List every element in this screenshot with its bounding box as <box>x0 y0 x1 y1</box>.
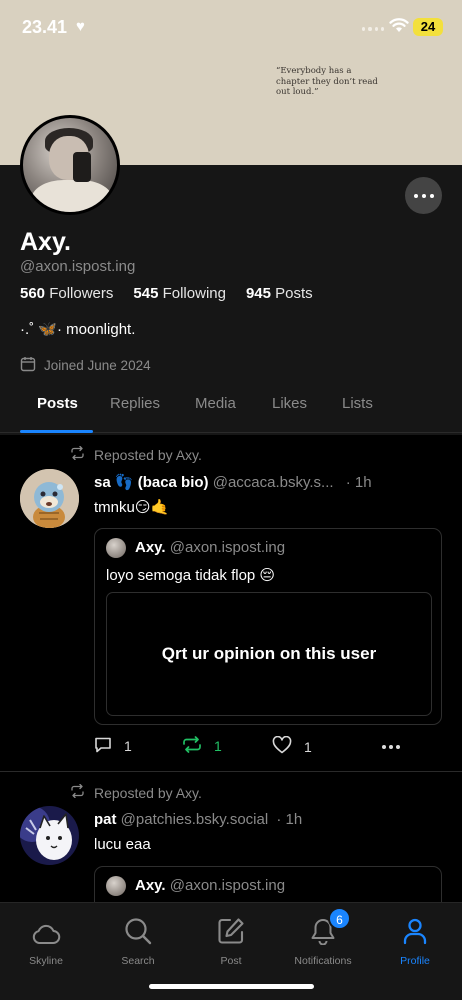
author-handle[interactable]: @patchies.bsky.social <box>121 811 269 828</box>
followers-count: 560 <box>20 285 46 302</box>
repost-icon <box>70 783 85 801</box>
joined-date: Joined June 2024 <box>20 356 151 375</box>
author-handle[interactable]: @accaca.bsky.s... <box>213 474 334 491</box>
quoted-author-name: Axy. <box>135 539 166 556</box>
status-time: 23.41 <box>22 17 68 37</box>
profile-tabs: Posts Replies Media Likes Lists <box>0 385 462 433</box>
quoted-post-header: Axy. @axon.ispost.ing <box>135 877 285 894</box>
nav-profile[interactable]: Profile <box>375 913 455 967</box>
profile-bio: ·.˚ 🦋· moonlight. <box>20 321 136 338</box>
nav-search[interactable]: Search <box>98 913 178 967</box>
repost-action-icon <box>182 736 202 756</box>
repost-text: Reposted by Axy. <box>94 784 202 801</box>
post-text: tmnku😏🤙 <box>94 499 170 516</box>
heart-icon: ♥ <box>76 18 85 35</box>
bell-icon <box>283 913 363 945</box>
display-name: Axy. <box>20 228 71 256</box>
post-header: sa 👣 (baca bio) @accaca.bsky.s... · 1h <box>94 473 372 491</box>
quoted-author-avatar <box>106 538 126 558</box>
repost-button[interactable]: 1 <box>182 736 222 756</box>
embed-text: Qrt ur opinion on this user <box>161 644 377 663</box>
tab-media[interactable]: Media <box>195 395 236 412</box>
battery-indicator: 24 <box>413 18 443 36</box>
quoted-embed-card[interactable]: Qrt ur opinion on this user <box>106 592 432 716</box>
posts-count: 945 <box>245 285 271 302</box>
calendar-icon <box>20 356 36 375</box>
nav-notifications[interactable]: Notifications <box>283 913 363 967</box>
repost-icon <box>70 445 85 463</box>
reply-icon <box>94 736 112 756</box>
repost-text: Reposted by Axy. <box>94 446 202 463</box>
profile-stats: 560 Followers 545 Following 945 Posts <box>20 285 313 302</box>
heart-outline-icon <box>272 735 292 757</box>
nav-post-label: Post <box>220 955 242 967</box>
quoted-author-handle: @axon.ispost.ing <box>169 877 286 894</box>
post-text: lucu eaa <box>94 836 151 853</box>
post-author-avatar[interactable] <box>20 469 79 528</box>
nav-notifications-label: Notifications <box>294 955 352 967</box>
nav-search-label: Search <box>121 955 155 967</box>
like-button[interactable]: 1 <box>272 735 312 757</box>
active-tab-indicator <box>20 430 93 433</box>
home-indicator[interactable] <box>149 984 314 989</box>
more-options-button[interactable] <box>405 177 442 214</box>
post-divider <box>0 771 462 772</box>
reply-button[interactable]: 1 <box>94 736 132 756</box>
post-header: pat @patchies.bsky.social · 1h <box>94 811 302 828</box>
followers-label: Followers <box>49 285 114 302</box>
profile-avatar[interactable] <box>20 115 120 215</box>
nav-post[interactable]: Post <box>191 913 271 967</box>
followers-stat[interactable]: 560 Followers <box>20 285 113 302</box>
profile-icon <box>375 913 455 945</box>
repost-label[interactable]: Reposted by Axy. <box>70 445 202 463</box>
post-time: · 1h <box>345 474 372 491</box>
profile-handle: @axon.ispost.ing <box>20 258 136 275</box>
tab-lists[interactable]: Lists <box>342 395 373 412</box>
author-name[interactable]: pat <box>94 811 117 828</box>
quoted-post-text: loyo semoga tidak flop 😔 <box>106 567 276 584</box>
compose-icon <box>191 913 271 945</box>
repost-label[interactable]: Reposted by Axy. <box>70 783 202 801</box>
nav-profile-label: Profile <box>400 955 430 967</box>
like-count: 1 <box>304 738 312 755</box>
search-icon <box>98 913 178 945</box>
notifications-badge: 6 <box>328 907 351 930</box>
post-time: · 1h <box>276 811 303 828</box>
banner-quote: “Everybody has a chapter they don’t read… <box>276 66 378 97</box>
tab-likes[interactable]: Likes <box>272 395 307 412</box>
tab-replies[interactable]: Replies <box>110 395 160 412</box>
signal-icon <box>362 27 384 31</box>
posts-label: Posts <box>275 285 313 302</box>
nav-skyline[interactable]: Skyline <box>6 913 86 967</box>
author-name[interactable]: sa 👣 (baca bio) <box>94 474 209 491</box>
post-more-icon[interactable] <box>382 745 400 749</box>
cloud-icon <box>6 913 86 945</box>
tab-posts[interactable]: Posts <box>37 395 78 412</box>
following-label: Following <box>162 285 226 302</box>
posts-stat: 945 Posts <box>246 285 313 302</box>
wifi-icon <box>389 17 409 38</box>
quoted-author-avatar <box>106 876 126 896</box>
following-stat[interactable]: 545 Following <box>133 285 226 302</box>
nav-skyline-label: Skyline <box>29 955 63 967</box>
post-actions: 1 1 1 <box>94 735 442 760</box>
reply-count: 1 <box>124 738 132 754</box>
quoted-post-header: Axy. @axon.ispost.ing <box>135 539 285 556</box>
quoted-author-name: Axy. <box>135 877 166 894</box>
repost-count: 1 <box>214 738 222 754</box>
post-author-avatar[interactable] <box>20 806 79 865</box>
joined-text: Joined June 2024 <box>44 358 151 373</box>
quoted-author-handle: @axon.ispost.ing <box>169 539 286 556</box>
following-count: 545 <box>133 285 159 302</box>
quoted-post[interactable]: Axy. @axon.ispost.ing loyo semoga tidak … <box>94 528 442 725</box>
